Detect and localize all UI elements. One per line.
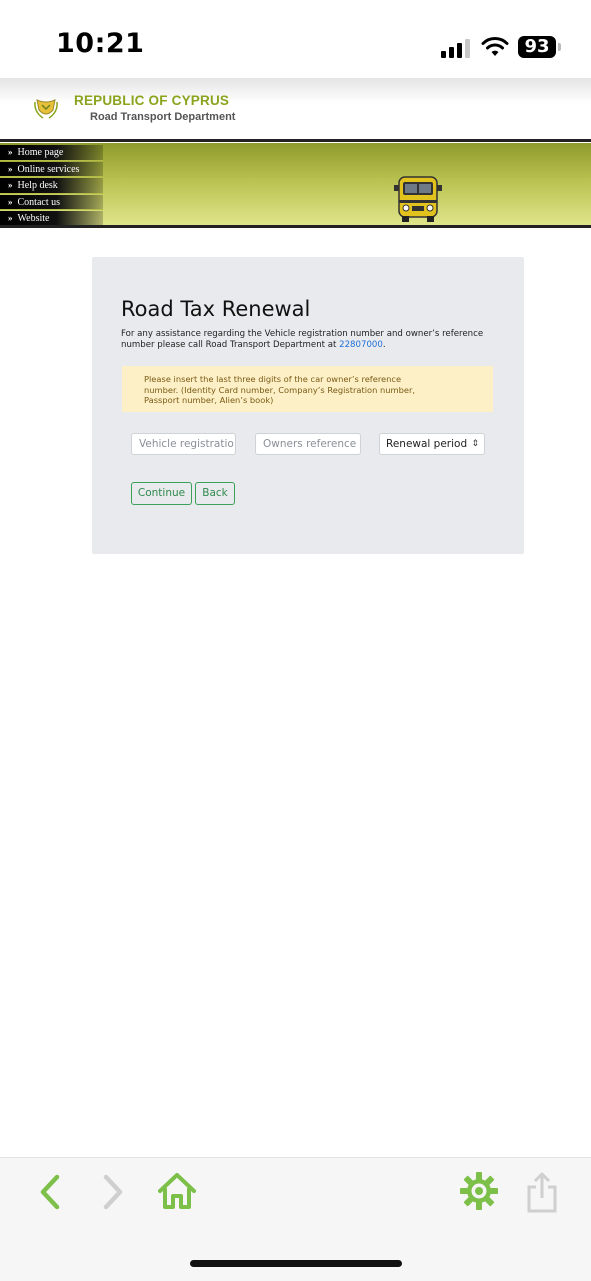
battery-tip <box>558 43 561 51</box>
nav-arrow-icon: » <box>8 213 13 224</box>
status-time: 10:21 <box>56 28 145 59</box>
settings-gear-icon[interactable] <box>459 1171 499 1211</box>
banner-divider <box>0 225 591 228</box>
nav-arrow-icon: » <box>8 163 13 174</box>
share-icon[interactable] <box>525 1170 559 1214</box>
page-title: Road Tax Renewal <box>121 297 311 321</box>
assistance-text-end: . <box>382 340 386 350</box>
nav-item-home-page[interactable]: » Home page <box>0 145 103 161</box>
vehicle-registration-input[interactable]: Vehicle registratio <box>131 433 236 455</box>
wifi-icon <box>481 37 509 56</box>
nav-arrow-icon: » <box>8 196 13 207</box>
battery-indicator: 93 <box>518 36 556 58</box>
nav-item-help-desk[interactable]: » Help desk <box>0 178 103 194</box>
status-bar: 10:21 93 <box>0 0 591 78</box>
nav-item-label: Help desk <box>17 180 58 192</box>
cellular-signal-icon <box>441 38 473 58</box>
coat-of-arms-icon <box>34 99 58 119</box>
school-bus-icon <box>394 176 442 222</box>
nav-item-label: Home page <box>17 147 64 158</box>
assistance-text: For any assistance regarding the Vehicle… <box>121 329 491 351</box>
nav-item-online-services[interactable]: » Online services <box>0 161 103 178</box>
phone-link[interactable]: 22807000 <box>339 340 383 350</box>
back-button[interactable]: Back <box>195 482 235 505</box>
home-indicator <box>190 1260 402 1267</box>
nav-arrow-icon: » <box>8 147 13 157</box>
nav-item-contact-us[interactable]: » Contact us <box>0 194 103 211</box>
site-subtitle: Road Transport Department <box>90 111 236 123</box>
renewal-period-select[interactable]: Renewal period ⇕ <box>379 433 485 455</box>
continue-button[interactable]: Continue <box>131 482 192 505</box>
road-tax-form-card: Road Tax Renewal For any assistance rega… <box>92 257 524 554</box>
nav-arrow-icon: » <box>8 180 13 191</box>
assistance-text-body: For any assistance regarding the Vehicle… <box>121 329 484 350</box>
select-updown-icon: ⇕ <box>471 439 479 449</box>
owners-reference-input[interactable]: Owners reference <box>255 433 361 455</box>
forward-arrow-icon[interactable] <box>100 1174 126 1210</box>
nav-item-label: Contact us <box>17 196 61 208</box>
renewal-period-value: Renewal period <box>386 438 468 450</box>
site-header: REPUBLIC OF CYPRUS Road Transport Depart… <box>0 78 591 140</box>
back-arrow-icon[interactable] <box>37 1174 63 1210</box>
nav-item-label: Online services <box>17 163 80 175</box>
nav-item-label: Website <box>17 213 50 225</box>
header-divider <box>0 139 591 142</box>
site-nav-menu: » Home page » Online services » Help desk »… <box>0 145 103 228</box>
info-alert: Please insert the last three digits of t… <box>122 366 493 412</box>
info-alert-text: Please insert the last three digits of t… <box>144 374 416 406</box>
site-title: REPUBLIC OF CYPRUS <box>74 93 230 108</box>
home-icon[interactable] <box>157 1172 197 1210</box>
